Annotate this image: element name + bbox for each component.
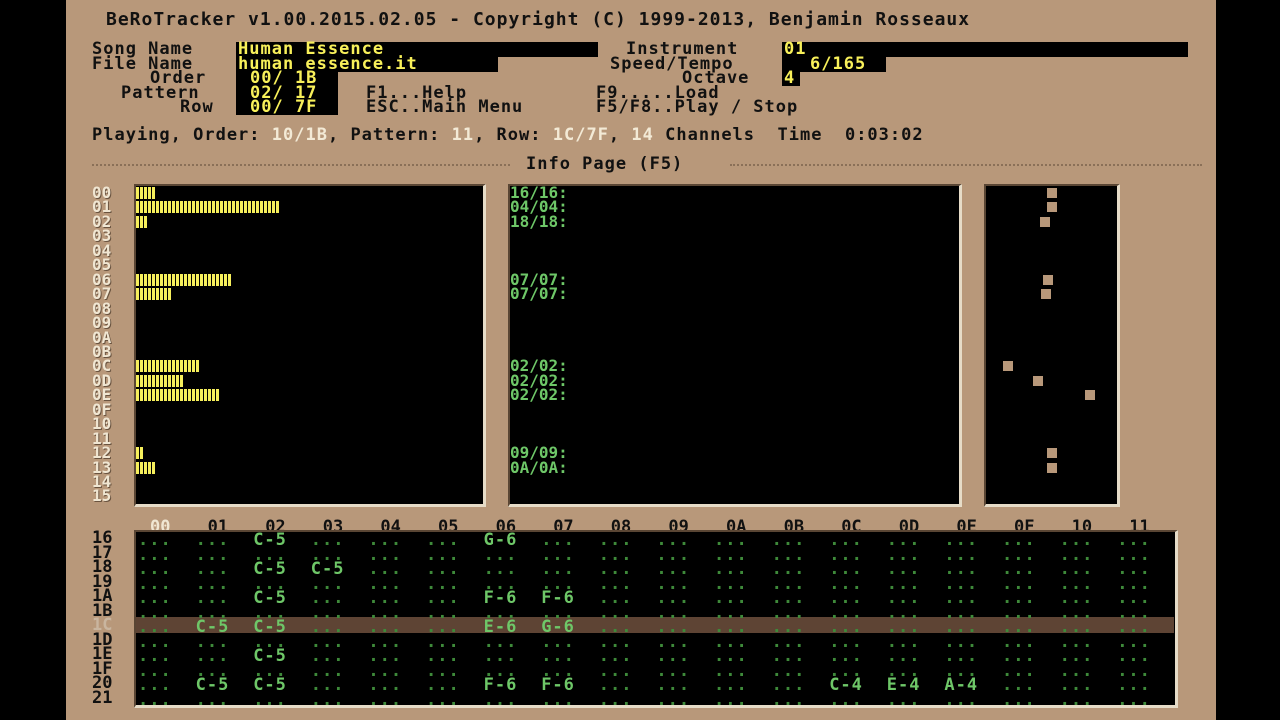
channel-row-label: 15 [92,486,112,506]
octave-value: 4 [784,68,796,88]
channel-info-panel [508,184,962,507]
row-label: Row [180,97,214,117]
pattern-cell-empty[interactable]: ... [484,690,518,710]
pan-marker [1040,289,1051,300]
pan-marker [1085,390,1095,401]
pattern-row-label: 21 [92,687,113,708]
volume-bar [136,201,280,214]
pattern-cell-empty[interactable]: ... [829,690,863,710]
pattern-cell-empty[interactable]: ... [772,690,806,710]
pattern-cell-empty[interactable]: ... [426,690,460,710]
volume-bar [136,447,144,460]
pattern-cell-empty[interactable]: ... [541,690,575,710]
pan-marker [1047,202,1058,213]
info-page-title: Info Page (F5) [526,154,684,174]
volume-bar [136,215,148,228]
play-stop-shortcut[interactable]: F5/F8..Play / Stop [596,99,798,116]
pattern-cell-empty[interactable]: ... [599,690,633,710]
status-channels-count: 14 [631,125,654,145]
status-time-label: Time [777,125,823,145]
pan-marker [1039,216,1050,227]
instrument-value: 01 [784,39,807,59]
pan-marker [1047,448,1058,459]
pattern-cell-empty[interactable]: ... [1002,690,1036,710]
panning-panel [984,184,1120,507]
volume-bar [136,389,220,402]
pattern-cell-empty[interactable]: ... [887,690,921,710]
pan-marker [1043,274,1054,285]
pan-marker [1047,462,1058,473]
status-row: 1C/7F [552,125,609,145]
pan-marker [1003,361,1014,372]
pattern-cell-empty[interactable]: ... [656,690,690,710]
status-row-label: , Row: [474,125,542,145]
volume-bar [136,461,156,474]
octave-field[interactable]: 4 [782,68,800,88]
app-title: BeRoTracker v1.00.2015.02.05 - Copyright… [106,9,971,30]
status-time: 0:03:02 [844,125,924,145]
pattern-cell-empty[interactable]: ... [714,690,748,710]
separator-left [92,164,510,166]
pan-marker [1033,375,1043,386]
tracker-window: BeRoTracker v1.00.2015.02.05 - Copyright… [66,0,1216,720]
status-order: 10/1B [271,125,328,145]
pan-marker [1047,188,1058,198]
pattern-cell-empty[interactable]: ... [1117,690,1151,710]
separator-right [730,164,1202,166]
channel-info-text: 02/02: [510,385,568,405]
pattern-cell-empty[interactable]: ... [368,690,402,710]
volume-bar [136,187,156,199]
volume-bar [136,288,172,301]
main-menu-shortcut[interactable]: ESC..Main Menu [366,99,523,116]
playback-status: Playing, Order: 10/1B, Pattern: 11, Row:… [92,125,924,145]
row-value: 00/ 7F [250,97,318,117]
pattern-cell-empty[interactable]: ... [944,690,978,710]
pattern-cell-empty[interactable]: ... [138,690,172,710]
volume-bar [136,374,184,387]
channel-info-text: 0A/0A: [510,457,568,477]
volume-bar [136,360,200,373]
volume-panel [134,184,486,507]
speed-tempo-value: 6/165 [810,54,867,74]
channel-info-text: 18/18: [510,211,568,231]
pattern-cell-empty[interactable]: ... [1060,690,1094,710]
row-field[interactable]: 00/ 7F [236,97,338,117]
pattern-cell-empty[interactable]: ... [196,690,230,710]
speed-tempo-field[interactable]: 6/165 [782,54,886,74]
status-channels-label: Channels [665,125,756,145]
playing-label: Playing, Order: [92,125,261,145]
status-pattern-label: , Pattern: [327,125,441,145]
pattern-cell-empty[interactable]: ... [253,690,287,710]
pattern-cell-empty[interactable]: ... [311,690,345,710]
volume-bar [136,273,232,286]
status-pattern: 11 [451,125,475,145]
channel-info-text: 07/07: [510,284,568,304]
